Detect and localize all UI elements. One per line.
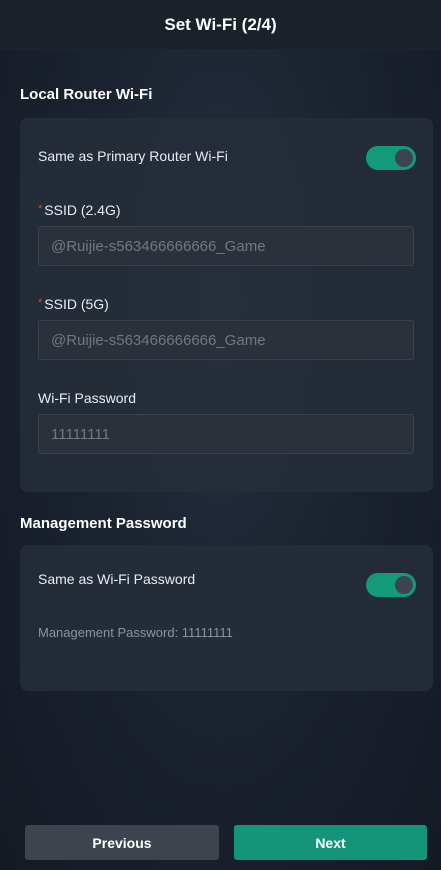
toggle-knob [395, 576, 413, 594]
same-as-wifi-toggle[interactable] [366, 573, 416, 597]
required-mark: * [38, 203, 43, 215]
ssid-24-label: * SSID (2.4G) [38, 202, 121, 218]
same-as-primary-toggle[interactable] [366, 146, 416, 170]
ssid-24-input[interactable]: @Ruijie-s563466666666_Game [38, 226, 414, 266]
ssid-5-label: * SSID (5G) [38, 296, 109, 312]
toggle-knob [395, 149, 413, 167]
ssid-5-input[interactable]: @Ruijie-s563466666666_Game [38, 320, 414, 360]
next-button[interactable]: Next [234, 825, 427, 860]
wifi-password-label: Wi-Fi Password [38, 390, 137, 406]
local-wifi-card: Same as Primary Router Wi-Fi * SSID (2.4G… [20, 118, 433, 492]
local-router-wifi-title: Local Router Wi-Fi [20, 86, 153, 103]
management-password-text: Management Password: 11111111 [38, 625, 233, 640]
required-mark: * [38, 297, 43, 309]
same-as-primary-label: Same as Primary Router Wi-Fi [38, 148, 228, 164]
management-card: Same as Wi-Fi Password Management Passwo… [20, 545, 433, 691]
management-password-title: Management Password [20, 515, 187, 532]
page-header: Set Wi-Fi (2/4) [0, 0, 441, 50]
wifi-password-input[interactable]: 11111111 [38, 414, 414, 454]
page-title: Set Wi-Fi (2/4) [164, 14, 277, 34]
previous-button[interactable]: Previous [25, 825, 219, 860]
same-as-wifi-label: Same as Wi-Fi Password [38, 571, 196, 587]
